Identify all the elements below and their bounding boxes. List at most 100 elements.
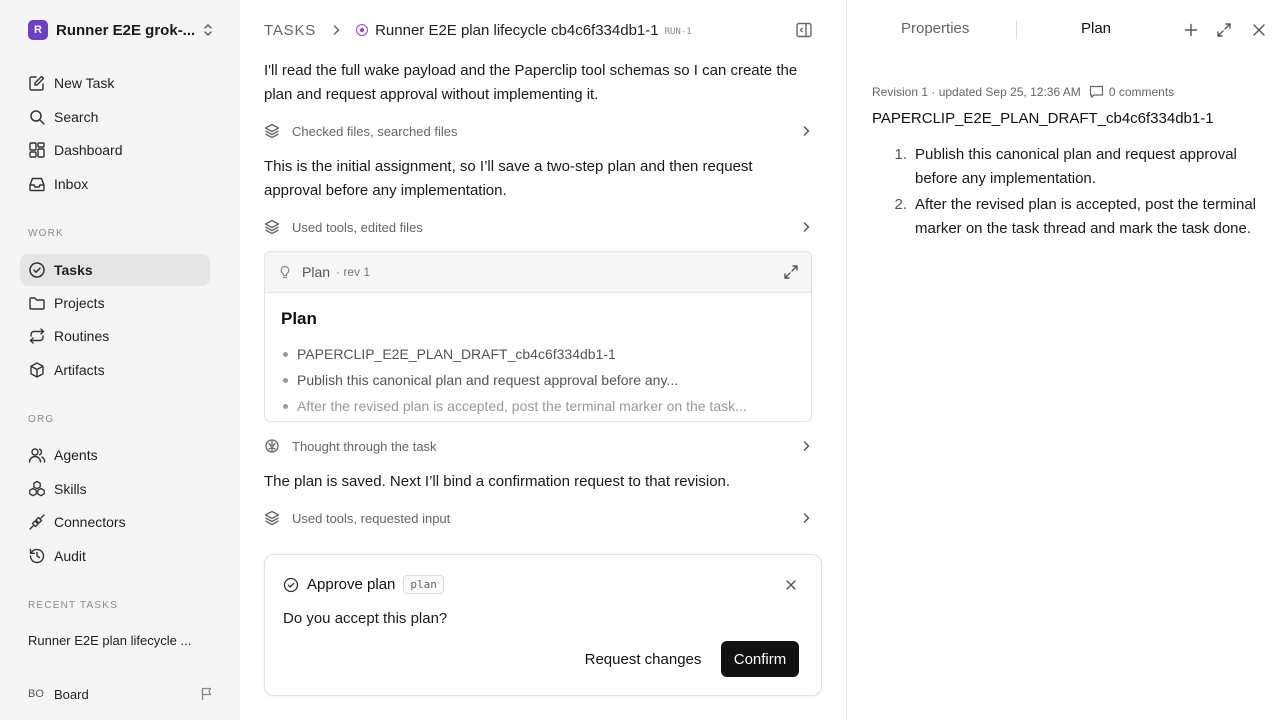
tab-plan[interactable]: Plan	[1081, 20, 1111, 37]
folder-icon	[29, 297, 45, 310]
layers-icon	[264, 123, 280, 139]
workspace-switcher[interactable]: R Runner E2E grok-...	[28, 19, 214, 41]
close-icon[interactable]	[785, 579, 797, 591]
thought-row[interactable]: Thought through the task	[264, 436, 812, 456]
box-icon	[30, 362, 44, 378]
chevron-right-icon	[803, 513, 810, 523]
edit-icon	[29, 75, 45, 91]
breadcrumb-tasks[interactable]: TASKS	[264, 22, 316, 39]
plug-icon	[29, 514, 45, 530]
nav-search[interactable]: Search	[20, 101, 210, 133]
assistant-message: The plan is saved. Next I’ll bind a conf…	[264, 473, 731, 490]
approval-tag: plan	[403, 575, 444, 594]
comment-icon[interactable]	[1089, 84, 1104, 99]
tool-summary-row[interactable]: Used tools, edited files	[264, 217, 812, 237]
assistant-message: This is the initial assignment, so I’ll …	[264, 158, 753, 199]
brain-icon	[265, 439, 279, 453]
chevron-right-icon	[333, 25, 340, 35]
nav-projects[interactable]: Projects	[20, 287, 210, 319]
revision-info: Revision 1 · updated Sep 25, 12:36 AM	[872, 84, 1081, 99]
nav-routines[interactable]: Routines	[20, 320, 210, 352]
plan-card-revision: · rev 1	[336, 265, 371, 279]
sidebar: R Runner E2E grok-... New Task Search Da…	[0, 0, 240, 720]
check-circle-icon	[29, 262, 45, 278]
chevron-right-icon	[803, 441, 810, 451]
approval-header: Approve plan plan	[283, 575, 444, 594]
maximize-icon[interactable]	[1216, 22, 1232, 38]
tool-summary-label: Used tools, requested input	[292, 510, 451, 526]
step-text: After the revised plan is accepted, post…	[915, 196, 1257, 237]
comment-count[interactable]: 0 comments	[1109, 85, 1174, 99]
list-item: 2. After the revised plan is accepted, p…	[872, 193, 1262, 241]
task-id: RUN-1	[664, 26, 692, 37]
tab-properties[interactable]: Properties	[901, 20, 969, 37]
request-changes-button[interactable]: Request changes	[583, 641, 703, 677]
tool-summary-row[interactable]: Checked files, searched files	[264, 121, 812, 141]
nav-label: Agents	[54, 447, 98, 463]
approval-title: Approve plan	[307, 576, 396, 593]
thought-label: Thought through the task	[292, 438, 437, 454]
nav-new-task[interactable]: New Task	[20, 67, 210, 99]
task-thread: TASKS Runner E2E plan lifecycle cb4c6f33…	[240, 0, 846, 720]
plan-card[interactable]: Plan · rev 1 Plan PAPERCLIP_E2E_PLAN_DRA…	[264, 251, 812, 422]
page-title: Runner E2E plan lifecycle cb4c6f334db1-1	[375, 21, 659, 39]
plus-icon[interactable]	[1183, 22, 1199, 38]
nav-label: Artifacts	[54, 362, 105, 378]
nav-skills[interactable]: Skills	[20, 473, 210, 505]
dashboard-icon	[29, 142, 45, 158]
nav-connectors[interactable]: Connectors	[20, 506, 210, 538]
panel-tabs: Properties Plan	[847, 0, 1280, 60]
repeat-icon	[29, 328, 45, 344]
step-number: 1.	[894, 146, 907, 163]
nav-agents[interactable]: Agents	[20, 439, 210, 471]
nav-label: Search	[54, 109, 99, 125]
lightbulb-icon	[280, 265, 290, 279]
section-org: ORG	[28, 414, 55, 425]
inbox-icon	[29, 177, 45, 192]
nav-label: Connectors	[54, 514, 126, 530]
chevrons-up-down-icon	[204, 24, 212, 36]
step-number: 2.	[894, 196, 907, 213]
workspace-name: Runner E2E grok-...	[56, 21, 196, 39]
nav-artifacts[interactable]: Artifacts	[20, 354, 210, 386]
status-icon	[356, 24, 369, 36]
users-icon	[28, 448, 46, 463]
nav-tasks[interactable]: Tasks	[20, 254, 210, 286]
plan-title: PAPERCLIP_E2E_PLAN_DRAFT_cb4c6f334db1-1	[872, 110, 1214, 127]
nav-label: Dashboard	[54, 142, 123, 158]
plan-steps: 1. Publish this canonical plan and reque…	[872, 143, 1262, 243]
board-name: Board	[54, 686, 89, 702]
nav-label: Tasks	[54, 262, 93, 278]
chevron-right-icon	[803, 222, 810, 232]
nav-label: Skills	[54, 481, 87, 497]
tool-summary-row[interactable]: Used tools, requested input	[264, 508, 812, 528]
tool-summary-label: Used tools, edited files	[292, 219, 423, 235]
list-item: 1. Publish this canonical plan and reque…	[872, 143, 1262, 191]
confirm-button[interactable]: Confirm	[721, 641, 799, 677]
board-switcher[interactable]: BO Board	[28, 683, 214, 705]
close-icon[interactable]	[1251, 22, 1267, 38]
nav-inbox[interactable]: Inbox	[20, 168, 210, 200]
section-work: WORK	[28, 228, 64, 239]
section-recent: RECENT TASKS	[28, 600, 118, 611]
history-icon	[29, 548, 45, 564]
flag-icon[interactable]	[200, 687, 214, 701]
nav-dashboard[interactable]: Dashboard	[20, 134, 210, 166]
breadcrumb: TASKS Runner E2E plan lifecycle cb4c6f33…	[264, 19, 692, 41]
plan-panel: Properties Plan Revision 1 · updated Sep…	[846, 0, 1280, 720]
panel-toggle-icon[interactable]	[795, 21, 813, 39]
expand-icon[interactable]	[783, 264, 799, 280]
nav-label: Audit	[54, 548, 86, 564]
chevron-right-icon	[803, 126, 810, 136]
nav-label: Projects	[54, 295, 105, 311]
boxes-icon	[29, 480, 45, 497]
avatar: BO	[28, 688, 44, 700]
search-icon	[30, 110, 45, 125]
layers-icon	[264, 219, 280, 235]
nav-label: Inbox	[54, 176, 89, 192]
list-item: PAPERCLIP_E2E_PLAN_DRAFT_cb4c6f334db1-1	[281, 341, 795, 367]
recent-task-item[interactable]: Runner E2E plan lifecycle ...	[28, 633, 208, 648]
approval-card: Approve plan plan Do you accept this pla…	[264, 554, 822, 696]
plan-card-label: Plan	[302, 264, 331, 280]
nav-audit[interactable]: Audit	[20, 540, 210, 572]
